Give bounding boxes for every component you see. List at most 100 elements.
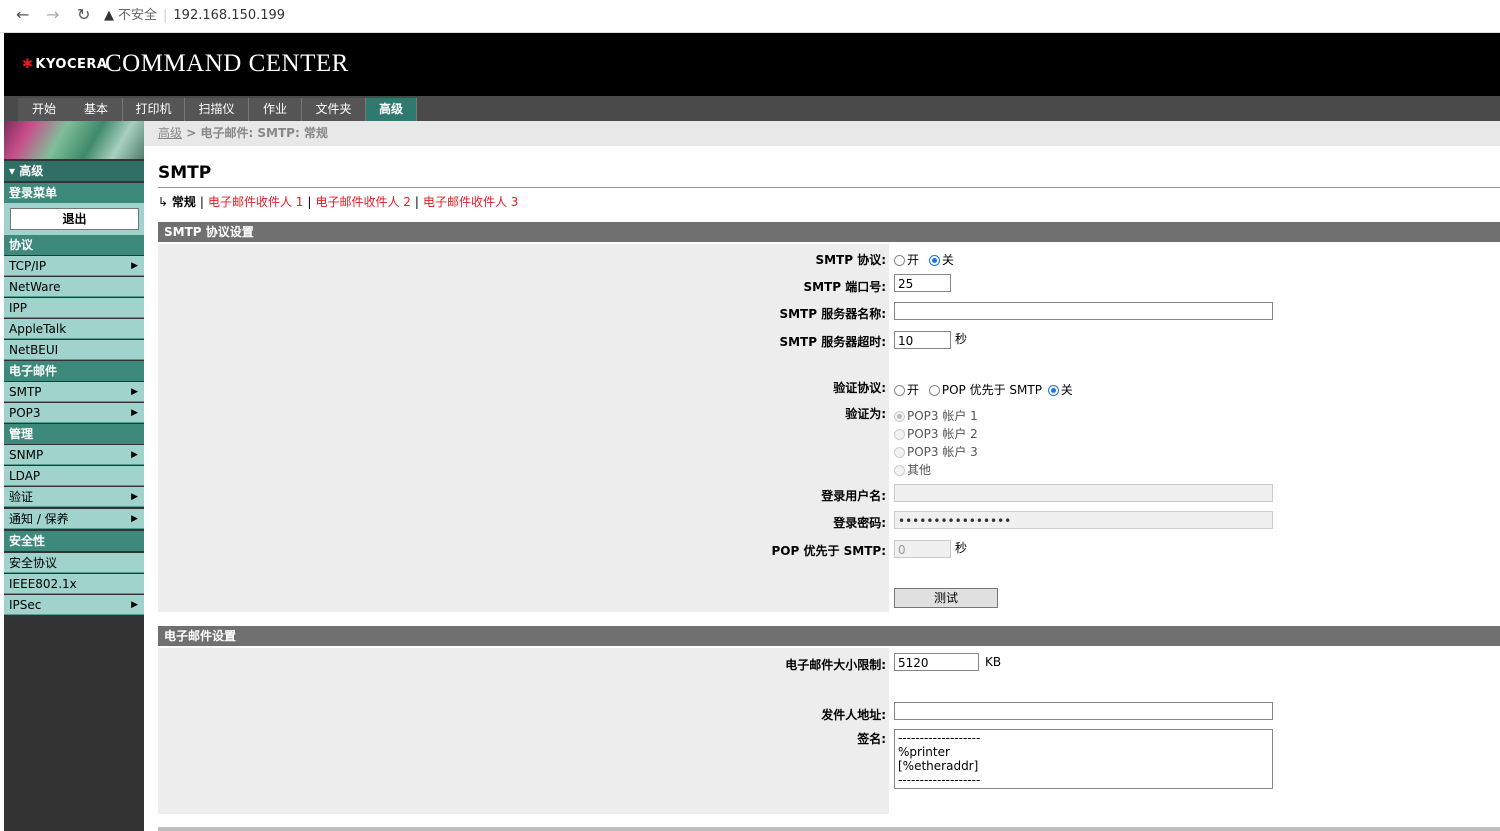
sidebar-item-appletalk[interactable]: AppleTalk <box>4 319 144 339</box>
pop-before-unit: 秒 <box>955 541 968 555</box>
chevron-right-icon: ▶ <box>131 408 138 418</box>
sidebar-item-ieee8021x[interactable]: IEEE802.1x <box>4 574 144 594</box>
radio-label: POP3 帐户 2 <box>907 427 978 441</box>
smtp-protocol-label: SMTP 协议: <box>815 253 886 267</box>
logo-text: KYOCERA <box>35 57 108 72</box>
sidebar-item-netbeui[interactable]: NetBEUI <box>4 340 144 360</box>
sidebar-item-ldap[interactable]: LDAP <box>4 466 144 486</box>
login-password-input[interactable]: •••••••••••••••• <box>894 511 1273 529</box>
auth-as-radio[interactable] <box>894 429 905 440</box>
sidebar-item-label: IPP <box>9 301 28 315</box>
subnav-current: 常规 <box>171 195 196 209</box>
sidebar-item-tcpip[interactable]: TCP/IP ▶ <box>4 256 144 276</box>
sidebar-advanced-header[interactable]: ▾ 高级 <box>4 161 144 181</box>
tab-jobs[interactable]: 作业 <box>249 98 302 121</box>
tab-advanced[interactable]: 高级 <box>366 98 417 121</box>
sidebar-item-security-protocol[interactable]: 安全协议 <box>4 553 144 573</box>
logout-area: 退出 <box>4 203 144 235</box>
chevron-right-icon: ▶ <box>131 600 138 610</box>
forward-icon[interactable]: → <box>46 5 59 24</box>
subnav-link-recipient-1[interactable]: 电子邮件收件人 1 <box>208 195 303 209</box>
radio-label: 开 <box>907 253 920 267</box>
bottom-divider <box>158 827 1500 831</box>
tab-folder[interactable]: 文件夹 <box>302 98 366 121</box>
smtp-protocol-on-radio[interactable] <box>894 255 905 266</box>
sidebar-item-notification[interactable]: 通知 / 保养 ▶ <box>4 509 144 529</box>
auth-pop-radio[interactable] <box>928 385 940 396</box>
smtp-timeout-input[interactable]: 10 <box>894 330 951 349</box>
breadcrumb-root-link[interactable]: 高级 <box>158 126 182 140</box>
pop-before-smtp-input[interactable]: 0 <box>894 539 951 558</box>
smtp-section-header: SMTP 协议设置 <box>158 222 1500 242</box>
sidebar-item-label: SNMP <box>9 448 44 462</box>
subnav-link-recipient-3[interactable]: 电子邮件收件人 3 <box>423 195 518 209</box>
auth-as-radio[interactable] <box>894 447 905 458</box>
subnav-link-recipient-2[interactable]: 电子邮件收件人 2 <box>315 195 410 209</box>
sidebar-item-label: 通知 / 保养 <box>9 512 69 526</box>
login-username-input[interactable] <box>894 484 1273 502</box>
sidebar-item-smtp[interactable]: SMTP ▶ <box>4 382 144 402</box>
smtp-port-input[interactable]: 25 <box>894 274 951 292</box>
smtp-protocol-radios: 开 关 <box>894 251 954 268</box>
warning-icon[interactable]: ▲ <box>104 8 114 23</box>
auth-protocol-radios: 开 POP 优先于 SMTP 关 <box>894 381 1073 398</box>
app-title: COMMAND CENTER <box>105 50 349 77</box>
sidebar-item-label: IPSec <box>9 598 42 612</box>
url-separator: | <box>163 8 168 23</box>
smtp-timeout-label: SMTP 服务器超时: <box>779 335 886 349</box>
sidebar-item-ipsec[interactable]: IPSec ▶ <box>4 595 144 615</box>
sidebar-item-auth[interactable]: 验证 ▶ <box>4 487 144 507</box>
sidebar-item-netware[interactable]: NetWare <box>4 277 144 297</box>
subnav-arrow-icon: ↳ <box>158 195 169 209</box>
email-size-input[interactable]: 5120 <box>894 653 979 671</box>
auth-as-option-2: POP3 帐户 2 <box>894 425 978 442</box>
radio-label: 关 <box>941 253 954 267</box>
url-text[interactable]: 192.168.150.199 <box>173 8 285 23</box>
smtp-server-input[interactable] <box>894 302 1273 320</box>
subnav-separator: | <box>414 195 419 209</box>
chevron-right-icon: ▶ <box>131 450 138 460</box>
chevron-right-icon: ▶ <box>131 492 138 502</box>
radio-label: 开 <box>907 383 920 397</box>
sidebar-item-label: POP3 <box>9 406 41 420</box>
kyocera-logo: ✱ KYOCERA <box>22 57 107 72</box>
auth-on-radio[interactable] <box>894 385 905 396</box>
tab-basic[interactable]: 基本 <box>70 98 123 121</box>
sidebar-group-email: 电子邮件 <box>4 361 144 381</box>
sender-address-input[interactable] <box>894 702 1273 720</box>
auth-as-radio[interactable] <box>894 465 905 476</box>
signature-textarea[interactable]: ------------------- %printer [%etheraddr… <box>894 729 1273 789</box>
sidebar-item-label: TCP/IP <box>9 259 47 273</box>
sidebar-item-label: SMTP <box>9 385 42 399</box>
logo-mark-icon: ✱ <box>22 57 34 72</box>
tab-scanner[interactable]: 扫描仪 <box>185 98 249 121</box>
radio-label: POP 优先于 SMTP <box>941 383 1042 397</box>
tab-printer[interactable]: 打印机 <box>123 98 185 121</box>
sidebar-login-menu-header: 登录菜单 <box>4 183 144 203</box>
back-icon[interactable]: ← <box>16 5 29 24</box>
insecure-label: 不安全 <box>118 8 158 23</box>
chevron-right-icon: ▶ <box>131 387 138 397</box>
sidebar-item-snmp[interactable]: SNMP ▶ <box>4 445 144 465</box>
smtp-server-label: SMTP 服务器名称: <box>779 307 886 321</box>
test-button[interactable]: 测试 <box>894 588 998 608</box>
timeout-unit: 秒 <box>955 332 968 346</box>
reload-icon[interactable]: ↻ <box>77 5 90 24</box>
address-bar[interactable]: ▲ 不安全 | 192.168.150.199 <box>104 4 285 28</box>
auth-off-radio[interactable] <box>1047 385 1059 396</box>
smtp-protocol-off-radio[interactable] <box>928 255 940 266</box>
sidebar-item-label: AppleTalk <box>9 322 67 336</box>
logout-button[interactable]: 退出 <box>10 208 139 230</box>
sidebar-item-ipp[interactable]: IPP <box>4 298 144 318</box>
smtp-port-label: SMTP 端口号: <box>803 280 886 294</box>
sidebar-item-label: IEEE802.1x <box>9 577 77 591</box>
radio-label: 其他 <box>907 463 932 477</box>
tabs-spacer <box>4 96 18 121</box>
tab-start[interactable]: 开始 <box>18 98 71 121</box>
auth-as-radio[interactable] <box>894 411 905 422</box>
sidebar-item-pop3[interactable]: POP3 ▶ <box>4 403 144 423</box>
main-tabs: 开始 基本 打印机 扫描仪 作业 文件夹 高级 <box>4 96 1500 121</box>
auth-as-option-1: POP3 帐户 1 <box>894 407 978 424</box>
chevron-right-icon: ▶ <box>131 261 138 271</box>
signature-label: 签名: <box>857 732 886 746</box>
